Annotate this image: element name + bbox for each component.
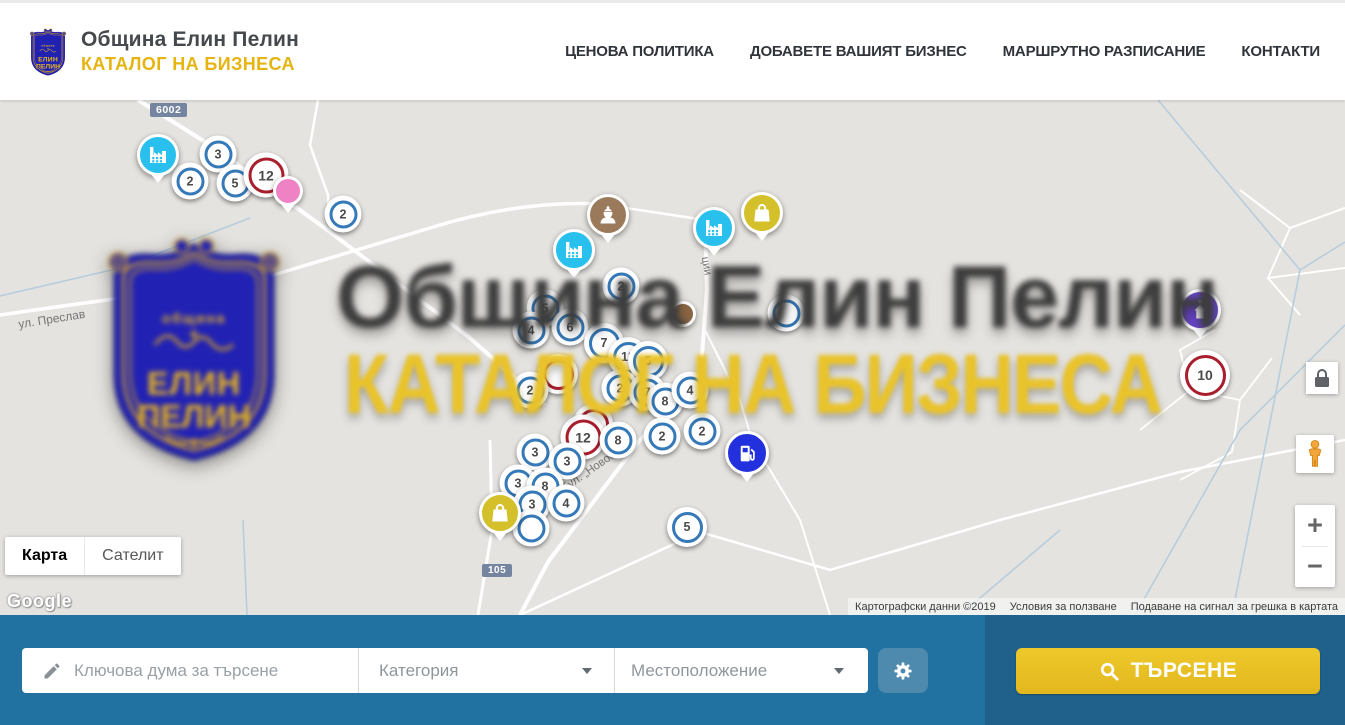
pegman-icon (1302, 439, 1328, 469)
cluster-count: 3 (204, 140, 232, 168)
category-dropdown[interactable]: Категория (359, 648, 614, 693)
gear-icon (892, 660, 914, 682)
cluster-count: 4 (517, 316, 545, 344)
factory-icon (702, 216, 726, 240)
cluster-marker[interactable]: 4 (672, 372, 709, 409)
cluster-count (517, 514, 545, 542)
keyword-search-input[interactable] (74, 661, 314, 681)
cluster-marker[interactable]: 2 (172, 163, 209, 200)
search-icon (1099, 661, 1120, 682)
cluster-marker[interactable]: 2 (512, 372, 549, 409)
svg-text:ЕЛИН: ЕЛИН (38, 56, 58, 63)
category-pin-shopping-bag[interactable] (741, 192, 783, 234)
worker-icon (596, 203, 620, 227)
pencil-icon (42, 661, 62, 681)
site-header: община ЕЛИН ПЕЛИН Община Елин Пелин КАТА… (0, 0, 1345, 100)
google-logo[interactable]: Google (7, 591, 72, 612)
cluster-count: 4 (676, 376, 704, 404)
cluster-marker[interactable]: 2 (603, 268, 640, 305)
shopping-bag-icon (488, 501, 512, 525)
cluster-count (772, 299, 800, 327)
attribution-report-error-link[interactable]: Подаване на сигнал за грешка в картата (1124, 601, 1345, 613)
category-pin-fuel[interactable] (725, 431, 769, 475)
cluster-count: 2 (516, 376, 544, 404)
cluster-count: 2 (329, 200, 357, 228)
zoom-out-button[interactable]: − (1295, 547, 1335, 588)
lock-button[interactable] (1306, 362, 1338, 394)
cluster-marker[interactable]: 4 (513, 312, 550, 349)
church-icon (1188, 298, 1212, 322)
logo-text: Община Елин Пелин КАТАЛОГ НА БИЗНЕСА (81, 28, 299, 75)
nav-pricing-policy[interactable]: ЦЕНОВА ПОЛИТИКА (565, 43, 714, 60)
road-badge-6002: 6002 (150, 103, 187, 117)
search-bar: Категория Местоположение ТЪРСЕНЕ (0, 615, 1345, 725)
cluster-marker[interactable]: 2 (644, 418, 681, 455)
logo-title: Община Елин Пелин (81, 28, 299, 52)
cluster-count: 3 (521, 438, 549, 466)
category-pin[interactable] (670, 301, 696, 327)
svg-text:община: община (41, 43, 55, 47)
svg-text:ПЕЛИН: ПЕЛИН (36, 63, 60, 70)
keyword-section (22, 648, 358, 693)
search-fields-group: Категория Местоположение (22, 648, 868, 693)
category-pin-church[interactable] (1179, 289, 1221, 331)
chevron-down-icon (582, 668, 592, 674)
location-dropdown[interactable]: Местоположение (615, 648, 868, 693)
cluster-count: 2 (688, 417, 716, 445)
app-logo[interactable]: община ЕЛИН ПЕЛИН Община Елин Пелин КАТА… (25, 24, 299, 80)
location-dropdown-label: Местоположение (631, 661, 767, 681)
map-attribution: Картографски данни ©2019 Условия за полз… (848, 598, 1345, 615)
main-nav: ЦЕНОВА ПОЛИТИКА ДОБАВЕТЕ ВАШИЯТ БИЗНЕС М… (565, 43, 1320, 60)
map-type-control: Карта Сателит (5, 537, 181, 575)
cluster-count: 2 (176, 167, 204, 195)
shopping-bag-icon (750, 201, 774, 225)
cluster-marker[interactable]: 5 (667, 507, 707, 547)
nav-contacts[interactable]: КОНТАКТИ (1241, 43, 1320, 60)
category-pin[interactable] (273, 176, 303, 206)
google-map[interactable]: 6002 ул. Преслав ции бул. „Новосел 105 3… (0, 100, 1345, 615)
cluster-marker[interactable]: 10 (1180, 350, 1230, 400)
advanced-settings-button[interactable] (878, 648, 928, 693)
attribution-terms-link[interactable]: Условия за ползване (1003, 601, 1124, 613)
chevron-down-icon (834, 668, 844, 674)
category-pin-factory[interactable] (693, 207, 735, 249)
cluster-count: 4 (552, 489, 580, 517)
cluster-count: 2 (607, 272, 635, 300)
cluster-count: 5 (633, 346, 664, 377)
municipality-emblem-icon: община ЕЛИН ПЕЛИН (25, 24, 71, 80)
cluster-marker[interactable]: 2 (684, 413, 721, 450)
category-pin-factory[interactable] (553, 229, 595, 271)
zoom-control: + − (1295, 505, 1335, 587)
logo-subtitle: КАТАЛОГ НА БИЗНЕСА (81, 54, 299, 75)
street-view-pegman-button[interactable] (1296, 435, 1334, 473)
cluster-count: 2 (648, 422, 676, 450)
factory-icon (562, 238, 586, 262)
category-dropdown-label: Категория (379, 661, 458, 681)
lock-icon (1315, 369, 1329, 387)
cluster-marker[interactable]: 6 (552, 309, 589, 346)
cluster-marker[interactable]: 4 (548, 485, 585, 522)
road-badge-105: 105 (482, 564, 512, 577)
attribution-copyright: Картографски данни ©2019 (848, 601, 1003, 613)
cluster-count: 6 (556, 313, 584, 341)
nav-route-schedule[interactable]: МАРШРУТНО РАЗПИСАНИЕ (1003, 43, 1206, 60)
category-pin-worker[interactable] (587, 194, 629, 236)
cluster-count: 3 (553, 447, 581, 475)
cluster-count: 8 (604, 426, 632, 454)
search-button-label: ТЪРСЕНЕ (1131, 659, 1237, 683)
cluster-marker[interactable] (768, 295, 805, 332)
nav-add-your-business[interactable]: ДОБАВЕТЕ ВАШИЯТ БИЗНЕС (750, 43, 967, 60)
map-type-map-button[interactable]: Карта (5, 537, 85, 575)
factory-icon (146, 143, 170, 167)
category-pin-shopping-bag[interactable] (479, 492, 521, 534)
cluster-count: 5 (672, 512, 703, 543)
zoom-in-button[interactable]: + (1295, 505, 1335, 546)
cluster-marker[interactable]: 8 (600, 422, 637, 459)
map-type-satellite-button[interactable]: Сателит (85, 537, 180, 575)
category-pin-factory[interactable] (137, 134, 179, 176)
cluster-count: 10 (1185, 355, 1226, 396)
fuel-icon (735, 441, 760, 466)
cluster-marker[interactable]: 2 (325, 196, 362, 233)
search-button[interactable]: ТЪРСЕНЕ (1016, 648, 1320, 694)
